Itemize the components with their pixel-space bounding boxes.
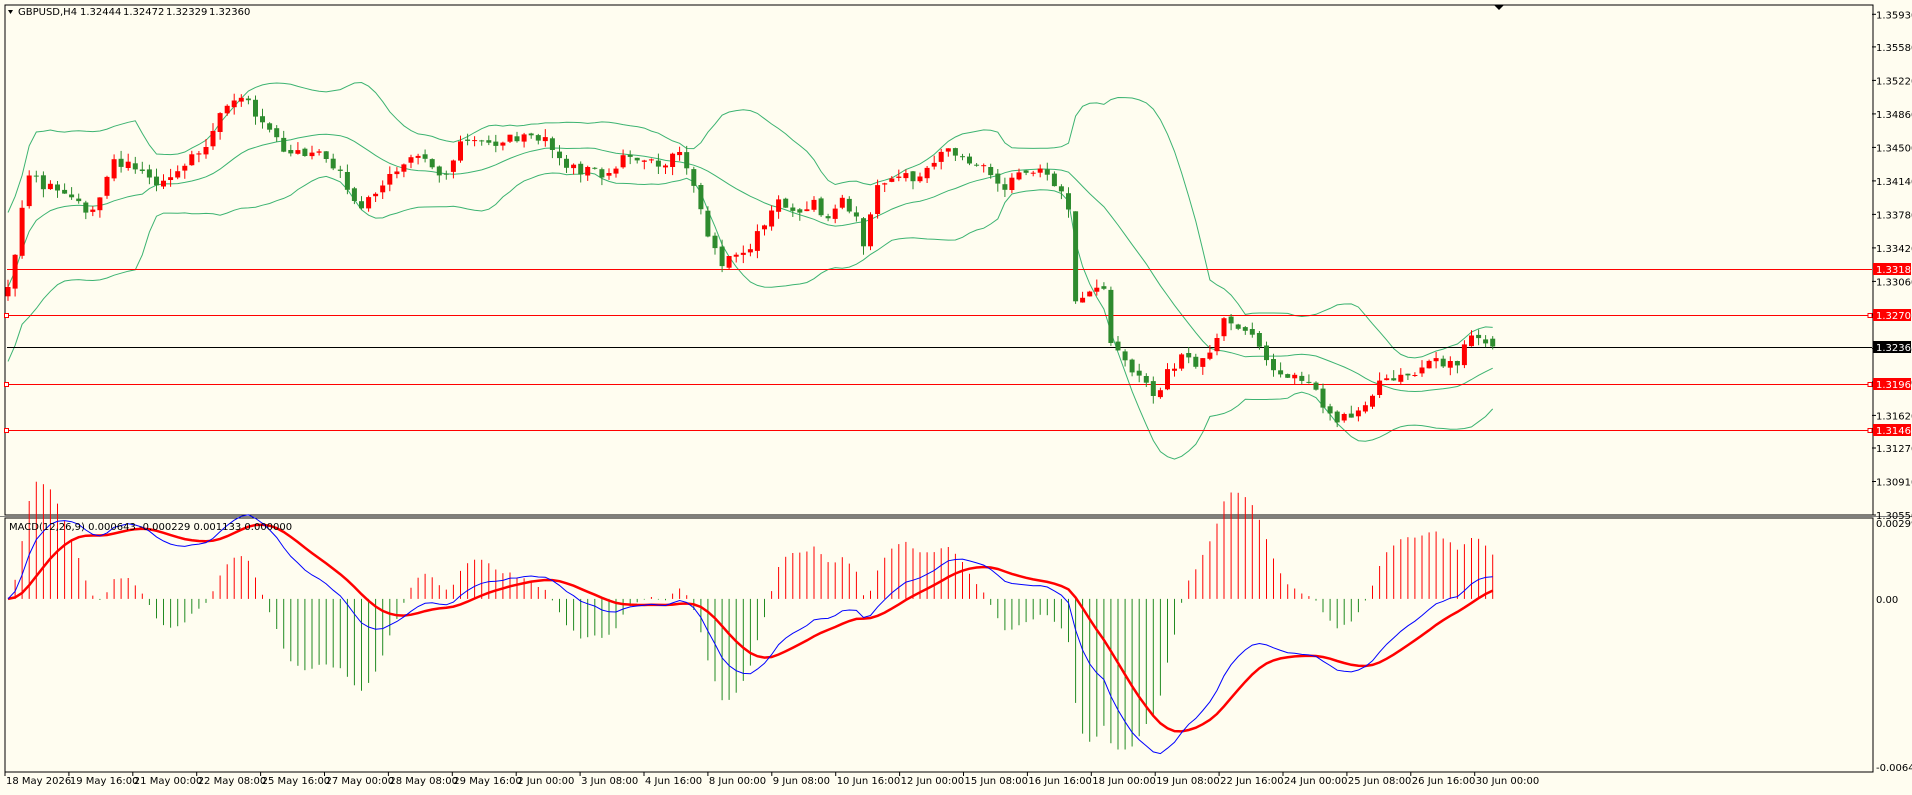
time-tick-label: 29 May 16:00 — [453, 776, 522, 787]
macd-tick-label: 0.00 — [1876, 595, 1898, 606]
current-price-label: 1.32360 — [1876, 343, 1912, 354]
time-tick-label: 22 Jun 16:00 — [1220, 776, 1284, 787]
time-tick-label: 25 May 16:00 — [262, 776, 331, 787]
time-tick-label: 19 Jun 08:00 — [1156, 776, 1220, 787]
candle — [1313, 381, 1319, 391]
level-price-label: 1.31961 — [1876, 380, 1912, 391]
time-tick-label: 22 May 08:00 — [198, 776, 267, 787]
price-tick-label: 1.34140 — [1876, 177, 1912, 188]
symbol-label: GBPUSD,H4 — [18, 7, 77, 18]
price-tick-label: 1.31270 — [1876, 444, 1912, 455]
price-tick-label: 1.30910 — [1876, 478, 1912, 489]
level-handle-left-4[interactable] — [4, 428, 9, 433]
level-handle-right-4[interactable] — [1867, 428, 1873, 433]
ohlc-close: 1.32360 — [209, 7, 250, 18]
level-price-label: 1.33189 — [1876, 265, 1912, 276]
time-tick-label: 27 May 00:00 — [326, 776, 395, 787]
time-tick-label: 19 May 16:00 — [70, 776, 139, 787]
time-tick-label: 9 Jun 08:00 — [773, 776, 830, 787]
candle — [726, 256, 732, 270]
price-tick-label: 1.35580 — [1876, 43, 1912, 54]
level-price-label: 1.32700 — [1876, 311, 1912, 322]
candle — [1426, 359, 1432, 369]
candle — [875, 179, 881, 219]
candle — [26, 170, 32, 209]
price-tick-label: 1.31620 — [1876, 411, 1912, 422]
level-handle-left-2[interactable] — [4, 313, 9, 318]
time-tick-label: 24 Jun 00:00 — [1284, 776, 1348, 787]
candle — [1073, 211, 1079, 304]
time-tick-label: 21 May 00:00 — [134, 776, 203, 787]
price-tick-label: 1.35220 — [1876, 76, 1912, 87]
chart-background — [0, 0, 1912, 795]
time-tick-label: 3 Jun 08:00 — [581, 776, 638, 787]
price-tick-label: 1.34860 — [1876, 110, 1912, 121]
time-tick-label: 18 May 2026 — [6, 776, 71, 787]
candle — [1087, 290, 1093, 297]
time-tick-label: 26 Jun 16:00 — [1412, 776, 1476, 787]
candle — [302, 147, 308, 157]
price-tick-label: 1.33420 — [1876, 244, 1912, 255]
macd-label: MACD(12,26,9) 0.000643 -0.000229 0.00113… — [9, 522, 292, 533]
level-handle-right-3[interactable] — [1867, 382, 1873, 387]
candle — [868, 212, 873, 251]
price-tick-label: 1.34500 — [1876, 143, 1912, 154]
time-tick-label: 16 Jun 16:00 — [1028, 776, 1092, 787]
candle — [1179, 353, 1185, 371]
candle — [705, 206, 711, 238]
time-tick-label: 18 Jun 00:00 — [1092, 776, 1156, 787]
level-handle-right-2[interactable] — [1867, 313, 1873, 318]
time-tick-label: 8 Jun 00:00 — [709, 776, 766, 787]
candle — [19, 200, 25, 259]
level-price-label: 1.31464 — [1876, 426, 1912, 437]
time-tick-label: 10 Jun 16:00 — [837, 776, 901, 787]
candle — [1108, 286, 1114, 346]
price-axis: 1.35930 1.35580 1.35220 1.34860 1.34500 1.341… — [1872, 10, 1912, 522]
macd-tick-label: -0.00642 — [1876, 763, 1912, 774]
candle — [1285, 373, 1291, 378]
time-tick-label: 4 Jun 16:00 — [645, 776, 702, 787]
macd-tick-label: 0.002998 — [1876, 519, 1912, 530]
time-tick-label: 25 Jun 08:00 — [1348, 776, 1412, 787]
ohlc-high: 1.32472 — [123, 7, 164, 18]
time-tick-label: 15 Jun 08:00 — [965, 776, 1029, 787]
time-tick-label: 12 Jun 00:00 — [901, 776, 965, 787]
ohlc-open: 1.32444 — [80, 7, 121, 18]
level-handle-left-3[interactable] — [4, 382, 9, 387]
price-tick-label: 1.33780 — [1876, 210, 1912, 221]
trading-chart[interactable]: 1.35930 1.35580 1.35220 1.34860 1.34500 1.341… — [0, 0, 1912, 795]
ohlc-low: 1.32329 — [166, 7, 207, 18]
time-tick-label: 30 Jun 00:00 — [1476, 776, 1540, 787]
candle — [1051, 171, 1057, 187]
candle — [104, 175, 110, 199]
price-tick-label: 1.35930 — [1876, 10, 1912, 21]
time-tick-label: 2 Jun 00:00 — [517, 776, 574, 787]
time-tick-label: 28 May 08:00 — [389, 776, 458, 787]
candle — [783, 197, 789, 208]
price-tick-label: 1.33060 — [1876, 277, 1912, 288]
candle — [818, 196, 824, 217]
